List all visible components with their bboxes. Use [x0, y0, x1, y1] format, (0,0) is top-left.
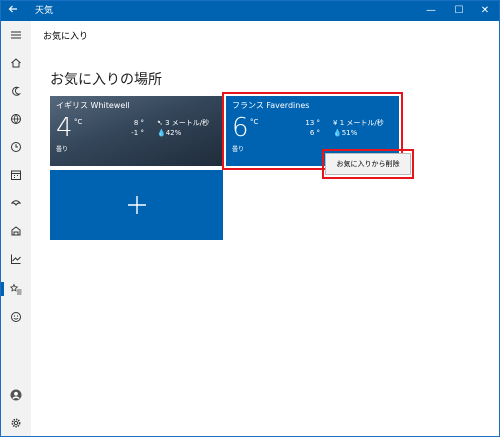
tile-wind-humidity: ➷ 3 メートル/秒 💧42%: [157, 118, 209, 138]
chart-icon[interactable]: [1, 249, 31, 269]
smiley-icon[interactable]: [1, 307, 31, 327]
tile-temperature: 4: [56, 113, 73, 143]
page-title: お気に入り: [43, 32, 89, 42]
tile-high-temp: 8 °: [133, 119, 144, 127]
page-header: お気に入り: [31, 21, 499, 49]
plus-icon: [50, 170, 223, 240]
close-button[interactable]: ✕: [471, 1, 499, 21]
tile-temp-unit: °C: [74, 118, 83, 126]
title-bar: 天気 — ☐ ✕: [1, 1, 499, 21]
tile-high-low: 8 ° -1 °: [120, 118, 144, 138]
globe-icon[interactable]: [1, 109, 31, 129]
minimize-button[interactable]: —: [417, 1, 445, 21]
favorites-icon[interactable]: [1, 279, 31, 299]
tile-place-name: イギリス Whitewell: [56, 101, 130, 110]
tile-wind-speed: 3 メートル/秒: [165, 119, 210, 127]
humidity-icon: 💧: [157, 129, 166, 137]
news-icon[interactable]: [1, 221, 31, 241]
hamburger-menu-icon[interactable]: [1, 25, 31, 45]
tile-low-temp: -1 °: [131, 129, 144, 137]
account-icon[interactable]: [1, 385, 31, 405]
home-icon[interactable]: [1, 53, 31, 73]
back-arrow-icon[interactable]: [5, 1, 21, 21]
section-title: お気に入りの場所: [50, 72, 162, 88]
app-title: 天気: [35, 6, 54, 16]
app-window: 天気 — ☐ ✕ お気に入り お気に入りの場所 イギリス Whitewell 4…: [0, 0, 500, 437]
favorite-tile-whitewell[interactable]: イギリス Whitewell 4 °C 曇り 8 ° -1 ° ➷ 3 メートル…: [50, 96, 223, 166]
wind-icon: ➷: [157, 119, 163, 127]
umbrella-icon[interactable]: [1, 193, 31, 213]
forecast-moon-icon[interactable]: [1, 81, 31, 101]
calendar-icon[interactable]: [1, 165, 31, 185]
clock-icon[interactable]: [1, 137, 31, 157]
tile-humidity: 42%: [165, 129, 182, 137]
settings-icon[interactable]: [1, 413, 31, 433]
tile-condition: 曇り: [56, 146, 69, 153]
add-favorite-tile[interactable]: [50, 170, 223, 240]
sidebar: [1, 21, 31, 436]
highlight-box-menu: [322, 149, 414, 179]
maximize-button[interactable]: ☐: [445, 1, 473, 21]
